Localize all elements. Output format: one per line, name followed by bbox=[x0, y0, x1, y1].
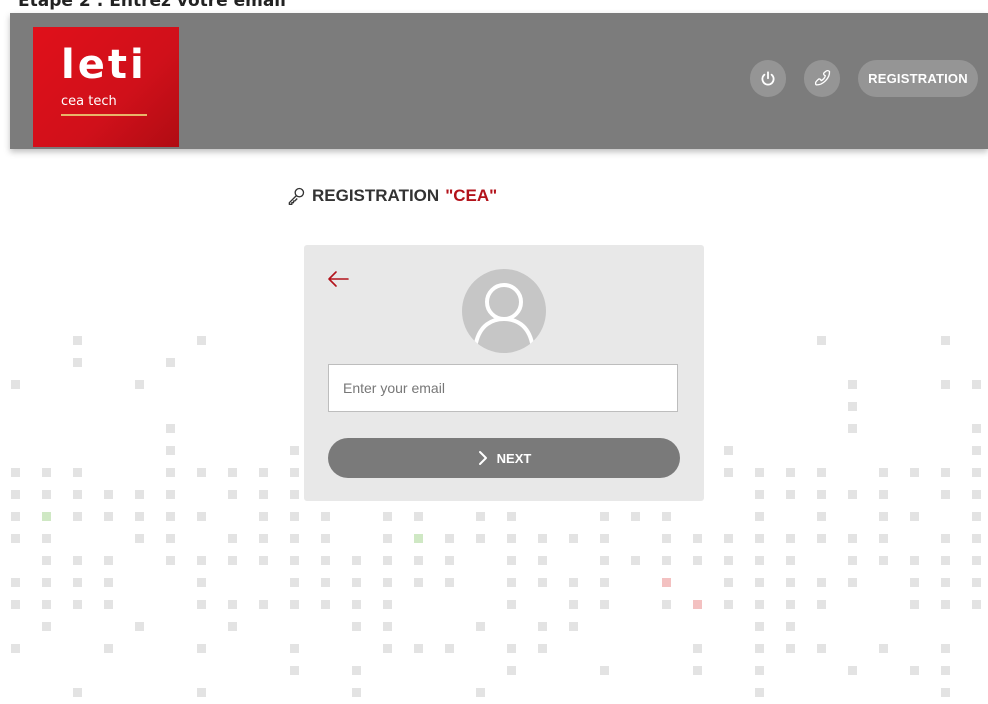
title-organization: "CEA" bbox=[445, 186, 498, 205]
top-header: leti cea tech REGISTRATION bbox=[10, 13, 988, 149]
next-label: NEXT bbox=[496, 450, 532, 466]
user-icon bbox=[474, 283, 534, 345]
arrow-left-icon bbox=[328, 271, 349, 287]
phone-icon bbox=[814, 69, 831, 85]
power-button[interactable] bbox=[750, 60, 786, 97]
next-button[interactable]: NEXT bbox=[328, 438, 680, 478]
phone-button[interactable] bbox=[804, 60, 840, 97]
page-title: REGISTRATION "CEA" bbox=[286, 182, 497, 210]
chevron-right-icon bbox=[478, 451, 487, 465]
page-caption: Etape 2 : Entrez votre email bbox=[18, 0, 286, 11]
back-button[interactable] bbox=[326, 269, 350, 293]
power-icon bbox=[761, 70, 775, 85]
logo-text: leti bbox=[61, 42, 147, 88]
title-prefix: REGISTRATION bbox=[312, 186, 440, 205]
leti-logo[interactable]: leti cea tech bbox=[33, 27, 179, 147]
logo-underline bbox=[61, 114, 147, 116]
registration-button[interactable]: REGISTRATION bbox=[858, 60, 978, 97]
email-input[interactable] bbox=[328, 364, 678, 412]
avatar bbox=[462, 269, 546, 353]
key-icon bbox=[288, 187, 305, 205]
logo-subtext: cea tech bbox=[61, 94, 117, 109]
email-form-card: NEXT bbox=[304, 245, 704, 501]
